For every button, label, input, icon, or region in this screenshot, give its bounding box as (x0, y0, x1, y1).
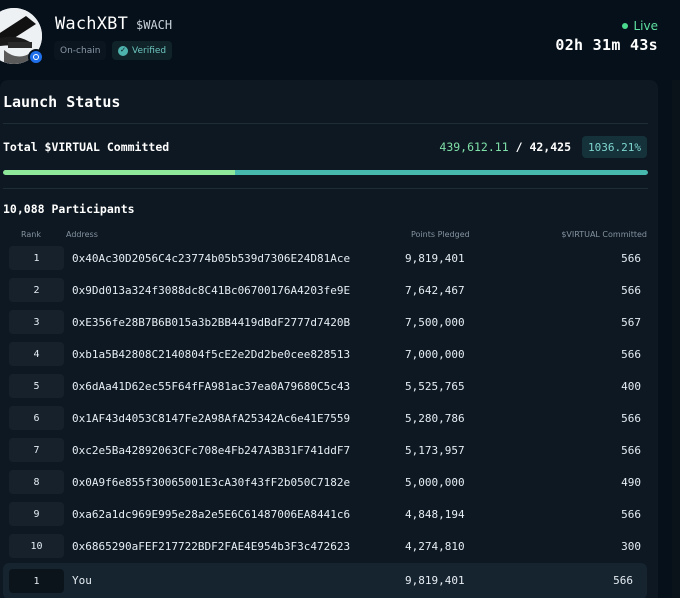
rank-cell: 6 (9, 406, 64, 430)
rank-cell: 3 (9, 310, 64, 334)
address-cell[interactable]: 0x6865290aFEF217722BDF2FAE4E954b3F3c4726… (72, 540, 350, 553)
points-cell: 5,280,786 (405, 412, 465, 425)
committed-cell: 400 (621, 380, 641, 393)
committed-cell: 566 (621, 252, 641, 265)
committed-label: Total $VIRTUAL Committed (3, 140, 170, 154)
column-header-rank[interactable]: Rank (21, 230, 41, 239)
committed-target: 42,425 (529, 140, 571, 154)
onchain-tag: On-chain (54, 41, 107, 60)
committed-separator: / (515, 140, 523, 154)
countdown-timer: 02h 31m 43s (555, 36, 658, 54)
token-name: WachXBT (55, 14, 129, 34)
table-row[interactable]: 5 0x6dAa41D62ec55F64fFA981ac37ea0A79680C5… (0, 372, 658, 402)
progress-bar (3, 170, 648, 175)
scrollbar[interactable] (672, 80, 680, 598)
live-status: Live (622, 19, 658, 33)
committed-cell: 567 (621, 316, 641, 329)
committed-cell: 566 (613, 574, 633, 587)
points-cell: 7,642,467 (405, 284, 465, 297)
table-row[interactable]: 9 0xa62a1dc969E995e28a2e5E6C61487006EA844… (0, 500, 658, 530)
rank-cell: 5 (9, 374, 64, 398)
you-label: You (72, 574, 92, 587)
address-cell[interactable]: 0x1AF43d4053C8147Fe2A98AfA25342Ac6e41E75… (72, 412, 350, 425)
committed-cell: 566 (621, 444, 641, 457)
committed-cell: 566 (621, 348, 641, 361)
address-cell[interactable]: 0x6dAa41D62ec55F64fFA981ac37ea0A79680C5c… (72, 380, 350, 393)
committed-values: 439,612.11 / 42,425 (439, 140, 571, 154)
committed-cell: 490 (621, 476, 641, 489)
divider (3, 188, 648, 189)
address-cell[interactable]: 0xb1a5B42808C2140804f5cE2e2Dd2be0cee8285… (72, 348, 350, 361)
rank-cell: 8 (9, 470, 64, 494)
rank-cell: 10 (9, 534, 64, 558)
divider (3, 123, 648, 124)
address-cell[interactable]: 0xE356fe28B7B6B015a3b2BB4419dBdF2777d742… (72, 316, 350, 329)
address-cell[interactable]: 0xa62a1dc969E995e28a2e5E6C61487006EA8441… (72, 508, 350, 521)
rank-cell: 7 (9, 438, 64, 462)
points-cell: 4,848,194 (405, 508, 465, 521)
table-row[interactable]: 4 0xb1a5B42808C2140804f5cE2e2Dd2be0cee828… (0, 340, 658, 370)
participants-count: 10,088 Participants (3, 202, 135, 216)
chain-badge-icon (28, 49, 44, 65)
your-position-row[interactable]: 1 You 9,819,401 566 (3, 563, 647, 598)
progress-fill (3, 170, 648, 175)
table-row[interactable]: 1 0x40Ac30D2056C4c23774b05b539d7306E24D81… (0, 244, 658, 274)
points-cell: 9,819,401 (405, 252, 465, 265)
check-icon: ✓ (118, 45, 128, 56)
onchain-tag-label: On-chain (60, 45, 101, 56)
section-title: Launch Status (3, 93, 121, 111)
committed-cell: 566 (621, 284, 641, 297)
rank-cell: 2 (9, 278, 64, 302)
points-cell: 7,000,000 (405, 348, 465, 361)
rank-cell: 4 (9, 342, 64, 366)
committed-cell: 300 (621, 540, 641, 553)
verified-tag: ✓ Verified (112, 41, 173, 60)
address-cell[interactable]: 0x40Ac30D2056C4c23774b05b539d7306E24D81A… (72, 252, 350, 265)
points-cell: 7,500,000 (405, 316, 465, 329)
committed-current: 439,612.11 (439, 140, 509, 154)
address-cell[interactable]: 0x0A9f6e855f30065001E3cA30f43fF2b050C718… (72, 476, 350, 489)
live-dot-icon (622, 23, 629, 29)
address-cell[interactable]: 0x9Dd013a324f3088dc8C41Bc06700176A4203fe… (72, 284, 350, 297)
table-row[interactable]: 7 0xc2e5Ba42892063CFc708e4Fb247A3B31F741d… (0, 436, 658, 466)
table-row[interactable]: 10 0x6865290aFEF217722BDF2FAE4E954b3F3c47… (0, 532, 658, 562)
table-row[interactable]: 8 0x0A9f6e855f30065001E3cA30f43fF2b050C71… (0, 468, 658, 498)
points-cell: 5,000,000 (405, 476, 465, 489)
address-cell[interactable]: 0xc2e5Ba42892063CFc708e4Fb247A3B31F741dd… (72, 444, 350, 457)
committed-cell: 566 (621, 508, 641, 521)
column-header-points[interactable]: Points Pledged (411, 230, 470, 239)
points-cell: 4,274,810 (405, 540, 465, 553)
rank-cell: 1 (9, 246, 64, 270)
table-row[interactable]: 3 0xE356fe28B7B6B015a3b2BB4419dBdF2777d74… (0, 308, 658, 338)
launch-status-panel: Launch Status Total $VIRTUAL Committed 4… (0, 80, 658, 598)
table-row[interactable]: 2 0x9Dd013a324f3088dc8C41Bc06700176A4203f… (0, 276, 658, 306)
launch-header: WachXBT $WACH On-chain ✓ Verified Live 0… (0, 0, 680, 76)
column-header-committed[interactable]: $VIRTUAL Committed (561, 230, 647, 239)
rank-cell: 1 (9, 569, 64, 593)
rank-cell: 9 (9, 502, 64, 526)
token-ticker: $WACH (136, 18, 173, 32)
points-cell: 9,819,401 (405, 574, 465, 587)
table-row[interactable]: 6 0x1AF43d4053C8147Fe2A98AfA25342Ac6e41E7… (0, 404, 658, 434)
verified-tag-label: Verified (132, 45, 167, 56)
live-label: Live (633, 19, 658, 33)
percent-badge: 1036.21% (582, 136, 647, 158)
points-cell: 5,525,765 (405, 380, 465, 393)
points-cell: 5,173,957 (405, 444, 465, 457)
column-header-address[interactable]: Address (66, 230, 98, 239)
committed-cell: 566 (621, 412, 641, 425)
